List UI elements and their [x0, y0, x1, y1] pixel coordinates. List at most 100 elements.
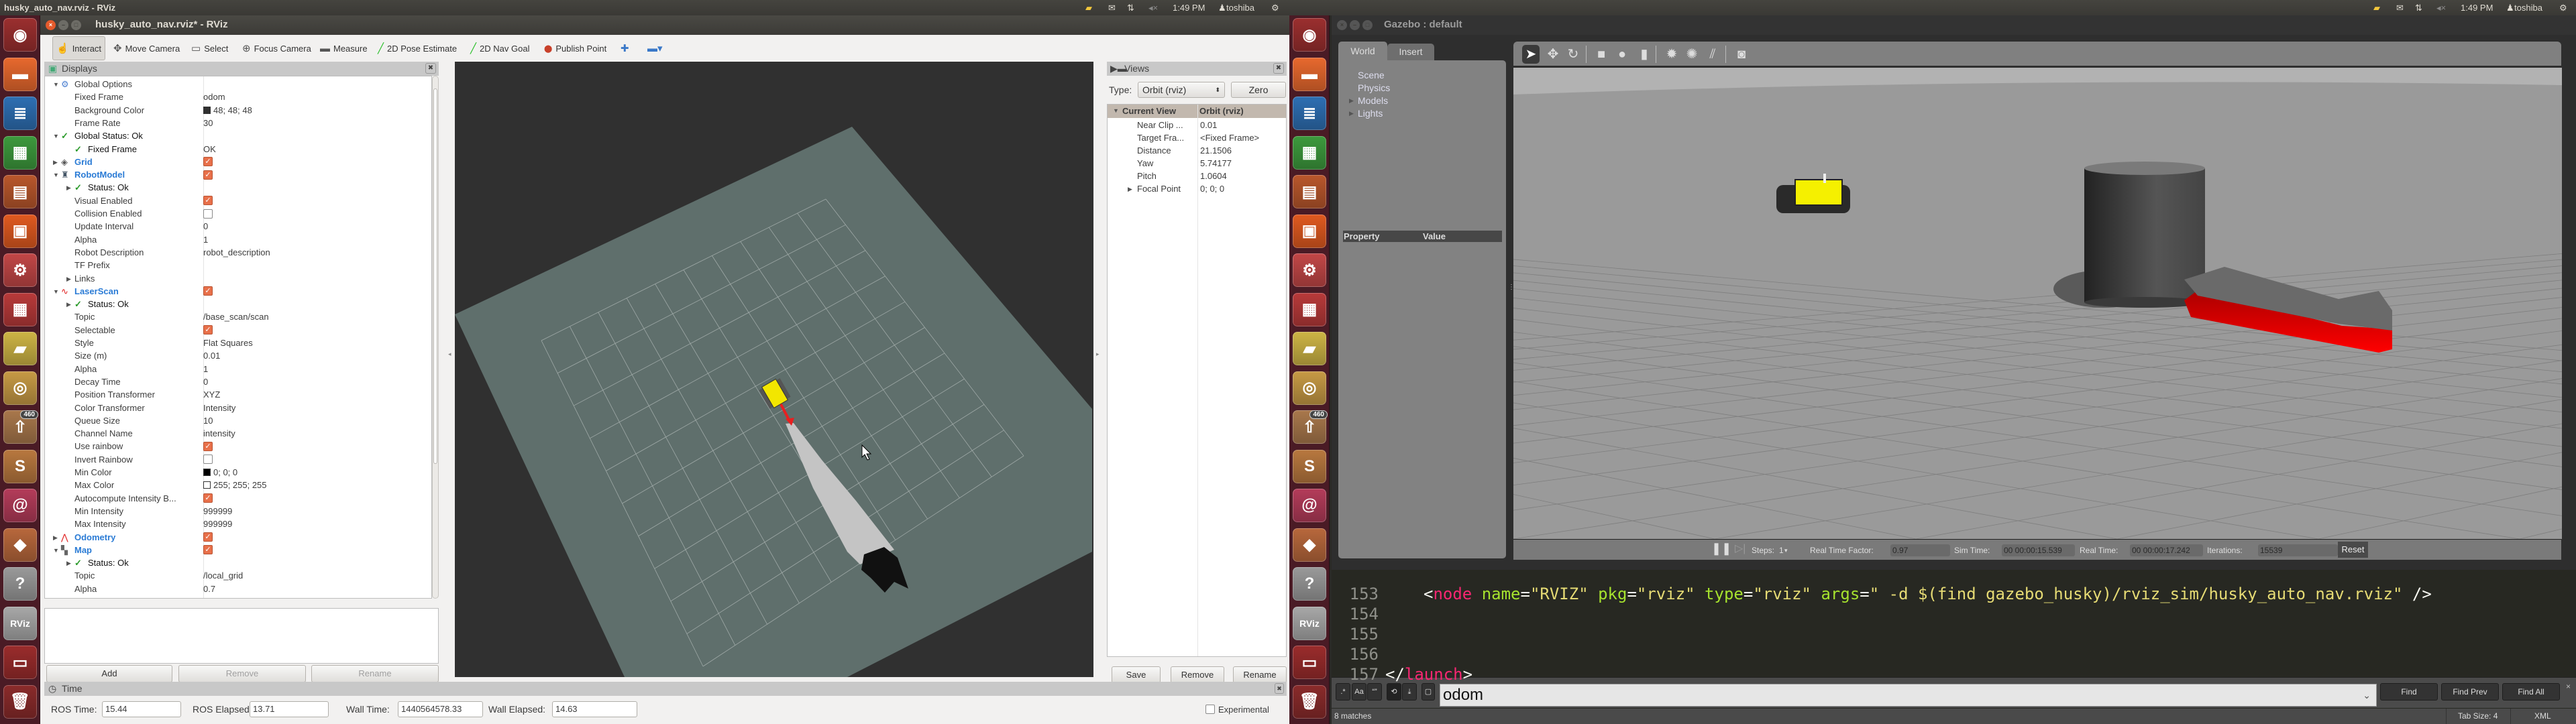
close-panel-icon[interactable]: ✖ — [425, 63, 436, 74]
view-type-select[interactable]: Orbit (rviz) ⬍ — [1138, 82, 1225, 98]
display-row[interactable]: ▶ ✓ Status: Ok — [45, 556, 431, 569]
display-row[interactable]: Collision Enabled — [45, 207, 431, 220]
display-row[interactable]: Alpha 0.7 — [45, 583, 431, 595]
display-row[interactable]: Max Intensity 999999 — [45, 518, 431, 530]
display-row[interactable]: ▶ Links — [45, 272, 431, 285]
rename-view-button[interactable]: Rename — [1233, 666, 1287, 683]
expand-open-icon[interactable]: ▼ — [53, 286, 59, 298]
tool-select[interactable]: ▭ Select — [188, 35, 231, 62]
launcher-item-box-app[interactable]: ◆ — [3, 528, 37, 562]
launcher-item-pink-app[interactable]: @ — [3, 489, 37, 522]
find-option-[interactable]: “” — [1367, 683, 1382, 701]
display-row[interactable]: Alpha 1 — [45, 363, 431, 375]
collapse-left-handle[interactable]: ◂ — [448, 351, 451, 358]
display-row[interactable]: ▶ ⋀ Odometry ✓ — [45, 531, 431, 544]
spot-light-icon[interactable]: ✺ — [1683, 45, 1701, 64]
expand-closed-icon[interactable]: ▶ — [53, 532, 58, 544]
display-row[interactable]: ▼ ▚ Map ✓ — [45, 544, 431, 556]
displays-tree[interactable]: ▼ ⚙ Global Options Fixed Frame odom Backgroun… — [44, 76, 432, 599]
display-row-value[interactable]: ✓ — [203, 156, 213, 168]
launcher-item-trash[interactable]: 🗑 — [3, 684, 37, 719]
minus-dropdown-button[interactable]: ▬▾ — [644, 35, 666, 62]
display-row-value[interactable]: ✓ — [203, 544, 213, 556]
launcher-item-files[interactable]: ▬ — [1293, 57, 1326, 91]
view-property-row[interactable]: Near Clip ... 0.01 — [1108, 119, 1286, 131]
tab-size[interactable]: Tab Size: 4 — [2458, 709, 2498, 724]
display-row[interactable]: ▶ ✓ Status: Ok — [45, 181, 431, 194]
checkbox-unchecked[interactable] — [203, 455, 213, 465]
steps-value[interactable]: 1 — [1779, 544, 1784, 556]
session-gear-icon[interactable]: ⚙ — [1271, 3, 1279, 13]
expand-open-icon[interactable]: ▼ — [53, 169, 59, 182]
checkbox-checked[interactable]: ✓ — [203, 157, 213, 167]
expand-closed-icon[interactable]: ▶ — [1349, 110, 1354, 117]
user-name[interactable]: toshiba — [1226, 3, 1254, 13]
display-row-value[interactable]: ✓ — [203, 531, 213, 544]
tool-publish-point[interactable]: ⬤ Publish Point — [541, 35, 610, 62]
display-row[interactable]: Selectable ✓ — [45, 324, 431, 337]
display-row[interactable]: Use rainbow ✓ — [45, 440, 431, 452]
checkbox-checked[interactable]: ✓ — [203, 493, 213, 503]
display-row[interactable]: ✓ Fixed Frame OK — [45, 143, 431, 156]
display-row[interactable]: Background Color 48; 48; 48 — [45, 104, 431, 117]
view-property-value[interactable]: 1.0604 — [1200, 170, 1227, 182]
close-icon[interactable]: × — [46, 20, 56, 30]
launcher-item-pink-app[interactable]: @ — [1293, 489, 1326, 522]
display-row[interactable]: Size (m) 0.01 — [45, 349, 431, 362]
display-row-value[interactable]: ✓ — [203, 168, 213, 181]
find-button[interactable]: Find — [2380, 683, 2438, 701]
display-row-value[interactable]: ✓ — [203, 194, 213, 207]
checkbox-checked[interactable]: ✓ — [203, 286, 213, 296]
tab-world[interactable]: World — [1338, 42, 1387, 60]
pause-icon[interactable]: ❚❚ — [1711, 542, 1731, 554]
expand-closed-icon[interactable]: ▶ — [1128, 183, 1132, 196]
display-row[interactable]: Autocompute Intensity B... ✓ — [45, 492, 431, 505]
session-gear-icon[interactable]: ⚙ — [2559, 3, 2567, 13]
view-property-value[interactable]: 21.1506 — [1200, 144, 1232, 157]
current-view-row[interactable]: ▼ Current View Orbit (rviz) — [1108, 105, 1286, 118]
launcher-item-rviz[interactable]: RViz — [1293, 606, 1326, 640]
launcher-item-sticky-notes[interactable]: ▰ — [3, 332, 37, 365]
launcher-item-sticky-notes[interactable]: ▰ — [1293, 332, 1326, 365]
display-row[interactable]: Update Interval 0 — [45, 220, 431, 233]
select-arrow-icon[interactable]: ➤ — [1522, 45, 1540, 64]
ros-elapsed-field[interactable]: 13.71 — [250, 701, 329, 717]
display-row[interactable]: ▼ ⚙ Global Options — [45, 78, 431, 90]
find-option-inselection[interactable]: ⤓ — [1402, 683, 1417, 701]
display-row[interactable]: ▶ ◈ Grid ✓ — [45, 156, 431, 168]
display-row[interactable]: Invert Rainbow — [45, 453, 431, 466]
display-row-value[interactable]: ✓ — [203, 285, 213, 298]
display-row[interactable]: Channel Name intensity — [45, 427, 431, 440]
code-line[interactable]: <node name="RVIZ" pkg="rviz" type="rviz"… — [1424, 585, 2432, 603]
display-row-value[interactable]: ✓ — [203, 324, 213, 337]
remove-display-button[interactable]: Remove — [178, 665, 306, 682]
display-row[interactable]: Robot Description robot_description — [45, 246, 431, 259]
sticky-note-icon[interactable]: ▰ — [2373, 3, 2380, 13]
launcher-item-impress[interactable]: ▤ — [1293, 175, 1326, 208]
display-row[interactable]: Style Flat Squares — [45, 337, 431, 349]
minimize-icon[interactable]: – — [58, 20, 68, 30]
clock[interactable]: 1:49 PM — [1173, 3, 1205, 13]
view-property-value[interactable]: 0; 0; 0 — [1200, 182, 1224, 195]
display-row[interactable]: Max Color 255; 255; 255 — [45, 479, 431, 491]
tool-2d-nav-goal[interactable]: ╱ 2D Nav Goal — [467, 35, 533, 62]
minimize-icon[interactable]: – — [1350, 20, 1360, 30]
expand-closed-icon[interactable]: ▶ — [66, 182, 71, 194]
tool-focus-camera[interactable]: ⊕ Focus Camera — [239, 35, 315, 62]
tool-measure[interactable]: ▬ Measure — [317, 35, 371, 62]
tool-interact[interactable]: ☝ Interact — [52, 36, 106, 60]
launcher-item-chrome[interactable]: ◎ — [1293, 371, 1326, 405]
launcher-item-box-app[interactable]: ◆ — [1293, 528, 1326, 562]
volume-muted-icon[interactable]: ◂× — [1148, 3, 1158, 13]
checkbox-checked[interactable]: ✓ — [203, 196, 213, 206]
checkbox-checked[interactable]: ✓ — [203, 441, 213, 451]
expand-closed-icon[interactable]: ▶ — [53, 156, 58, 169]
checkbox-checked[interactable]: ✓ — [203, 532, 213, 542]
network-icon[interactable]: ⇅ — [2415, 3, 2422, 13]
box-shape-icon[interactable]: ■ — [1593, 45, 1610, 64]
color-swatch[interactable] — [203, 106, 211, 114]
tab-insert[interactable]: Insert — [1387, 44, 1434, 60]
sphere-shape-icon[interactable]: ● — [1613, 45, 1631, 64]
expand-open-icon[interactable]: ▼ — [53, 544, 59, 557]
color-swatch[interactable] — [203, 469, 211, 477]
